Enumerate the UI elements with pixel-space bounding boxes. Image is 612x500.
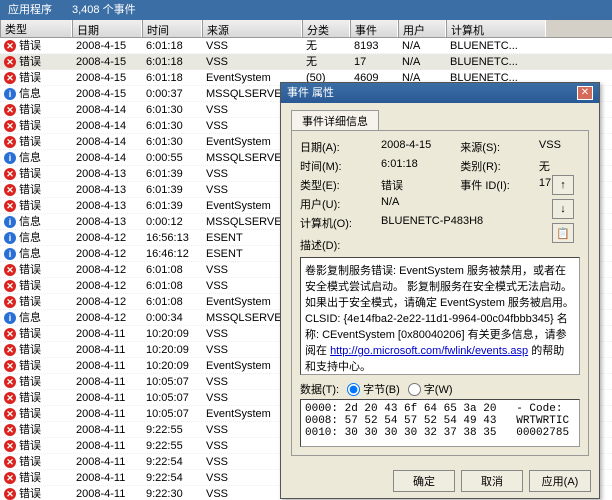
info-icon: i [4,152,16,164]
error-icon: ✕ [4,408,16,420]
error-icon: ✕ [4,296,16,308]
info-icon: i [4,232,16,244]
error-icon: ✕ [4,120,16,132]
error-icon: ✕ [4,200,16,212]
col-date[interactable]: 日期 [72,20,142,37]
col-source[interactable]: 来源 [202,20,302,37]
error-icon: ✕ [4,56,16,68]
val-category: 无 [539,158,580,174]
app-title: 应用程序 [8,0,52,20]
radio-byte[interactable]: 字节(B) [347,381,400,397]
col-computer[interactable]: 计算机 [446,20,546,37]
error-icon: ✕ [4,72,16,84]
error-icon: ✕ [4,328,16,340]
event-properties-dialog: 事件 属性 ✕ 事件详细信息 日期(A): 2008-4-15 来源(S): V… [280,82,600,499]
error-icon: ✕ [4,424,16,436]
tab-event-detail[interactable]: 事件详细信息 [291,110,379,131]
lbl-computer: 计算机(O): [300,215,371,231]
info-icon: i [4,248,16,260]
next-event-button[interactable]: ↓ [552,199,574,219]
val-user: N/A [381,196,450,212]
val-time: 6:01:18 [381,158,450,174]
app-header: 应用程序 3,408 个事件 [0,0,612,20]
prev-event-button[interactable]: ↑ [552,175,574,195]
error-icon: ✕ [4,456,16,468]
error-icon: ✕ [4,104,16,116]
lbl-date: 日期(A): [300,139,371,155]
description-box[interactable]: 卷影复制服务错误: EventSystem 服务被禁用，或者在安全模式尝试启动。… [300,257,580,375]
col-time[interactable]: 时间 [142,20,202,37]
event-info-grid: 日期(A): 2008-4-15 来源(S): VSS 时间(M): 6:01:… [300,139,580,231]
info-icon: i [4,312,16,324]
col-category[interactable]: 分类 [302,20,350,37]
error-icon: ✕ [4,280,16,292]
dialog-title: 事件 属性 [287,83,334,103]
error-icon: ✕ [4,184,16,196]
lbl-type: 类型(E): [300,177,371,193]
val-computer: BLUENETC-P483H8 [381,215,580,231]
col-type[interactable]: 类型 [0,20,72,37]
lbl-data: 数据(T): [300,381,339,397]
error-icon: ✕ [4,488,16,500]
val-type: 错误 [381,177,450,193]
ok-button[interactable]: 确定 [393,470,455,492]
col-user[interactable]: 用户 [398,20,446,37]
error-icon: ✕ [4,344,16,356]
event-count: 3,408 个事件 [72,0,136,20]
column-headers: 类型 日期 时间 来源 分类 事件 用户 计算机 [0,20,612,38]
desc-text: 卷影复制服务错误: EventSystem 服务被禁用，或者在安全模式尝试启动。… [305,265,574,357]
error-icon: ✕ [4,168,16,180]
dialog-titlebar[interactable]: 事件 属性 ✕ [281,83,599,103]
info-icon: i [4,216,16,228]
copy-button[interactable]: 📋 [552,223,574,243]
error-icon: ✕ [4,264,16,276]
table-row[interactable]: ✕错误2008-4-156:01:18VSS无8193N/ABLUENETC..… [0,38,612,54]
radio-word[interactable]: 字(W) [408,381,453,397]
table-row[interactable]: ✕错误2008-4-156:01:18VSS无17N/ABLUENETC... [0,54,612,70]
error-icon: ✕ [4,392,16,404]
lbl-description: 描述(D): [300,237,580,253]
lbl-eventid: 事件 ID(I): [460,177,529,193]
col-event[interactable]: 事件 [350,20,398,37]
val-date: 2008-4-15 [381,139,450,155]
cancel-button[interactable]: 取消 [461,470,523,492]
hex-data-box[interactable]: 0000: 2d 20 43 6f 64 65 3a 20 - Code: 00… [300,399,580,447]
error-icon: ✕ [4,40,16,52]
info-icon: i [4,88,16,100]
lbl-user: 用户(U): [300,196,371,212]
lbl-source: 来源(S): [460,139,529,155]
apply-button[interactable]: 应用(A) [529,470,591,492]
val-source: VSS [539,139,580,155]
desc-link[interactable]: http://go.microsoft.com/fwlink/events.as… [330,345,528,357]
close-icon[interactable]: ✕ [577,86,593,100]
error-icon: ✕ [4,472,16,484]
error-icon: ✕ [4,376,16,388]
error-icon: ✕ [4,440,16,452]
error-icon: ✕ [4,136,16,148]
lbl-category: 类别(R): [460,158,529,174]
lbl-time: 时间(M): [300,158,371,174]
error-icon: ✕ [4,360,16,372]
